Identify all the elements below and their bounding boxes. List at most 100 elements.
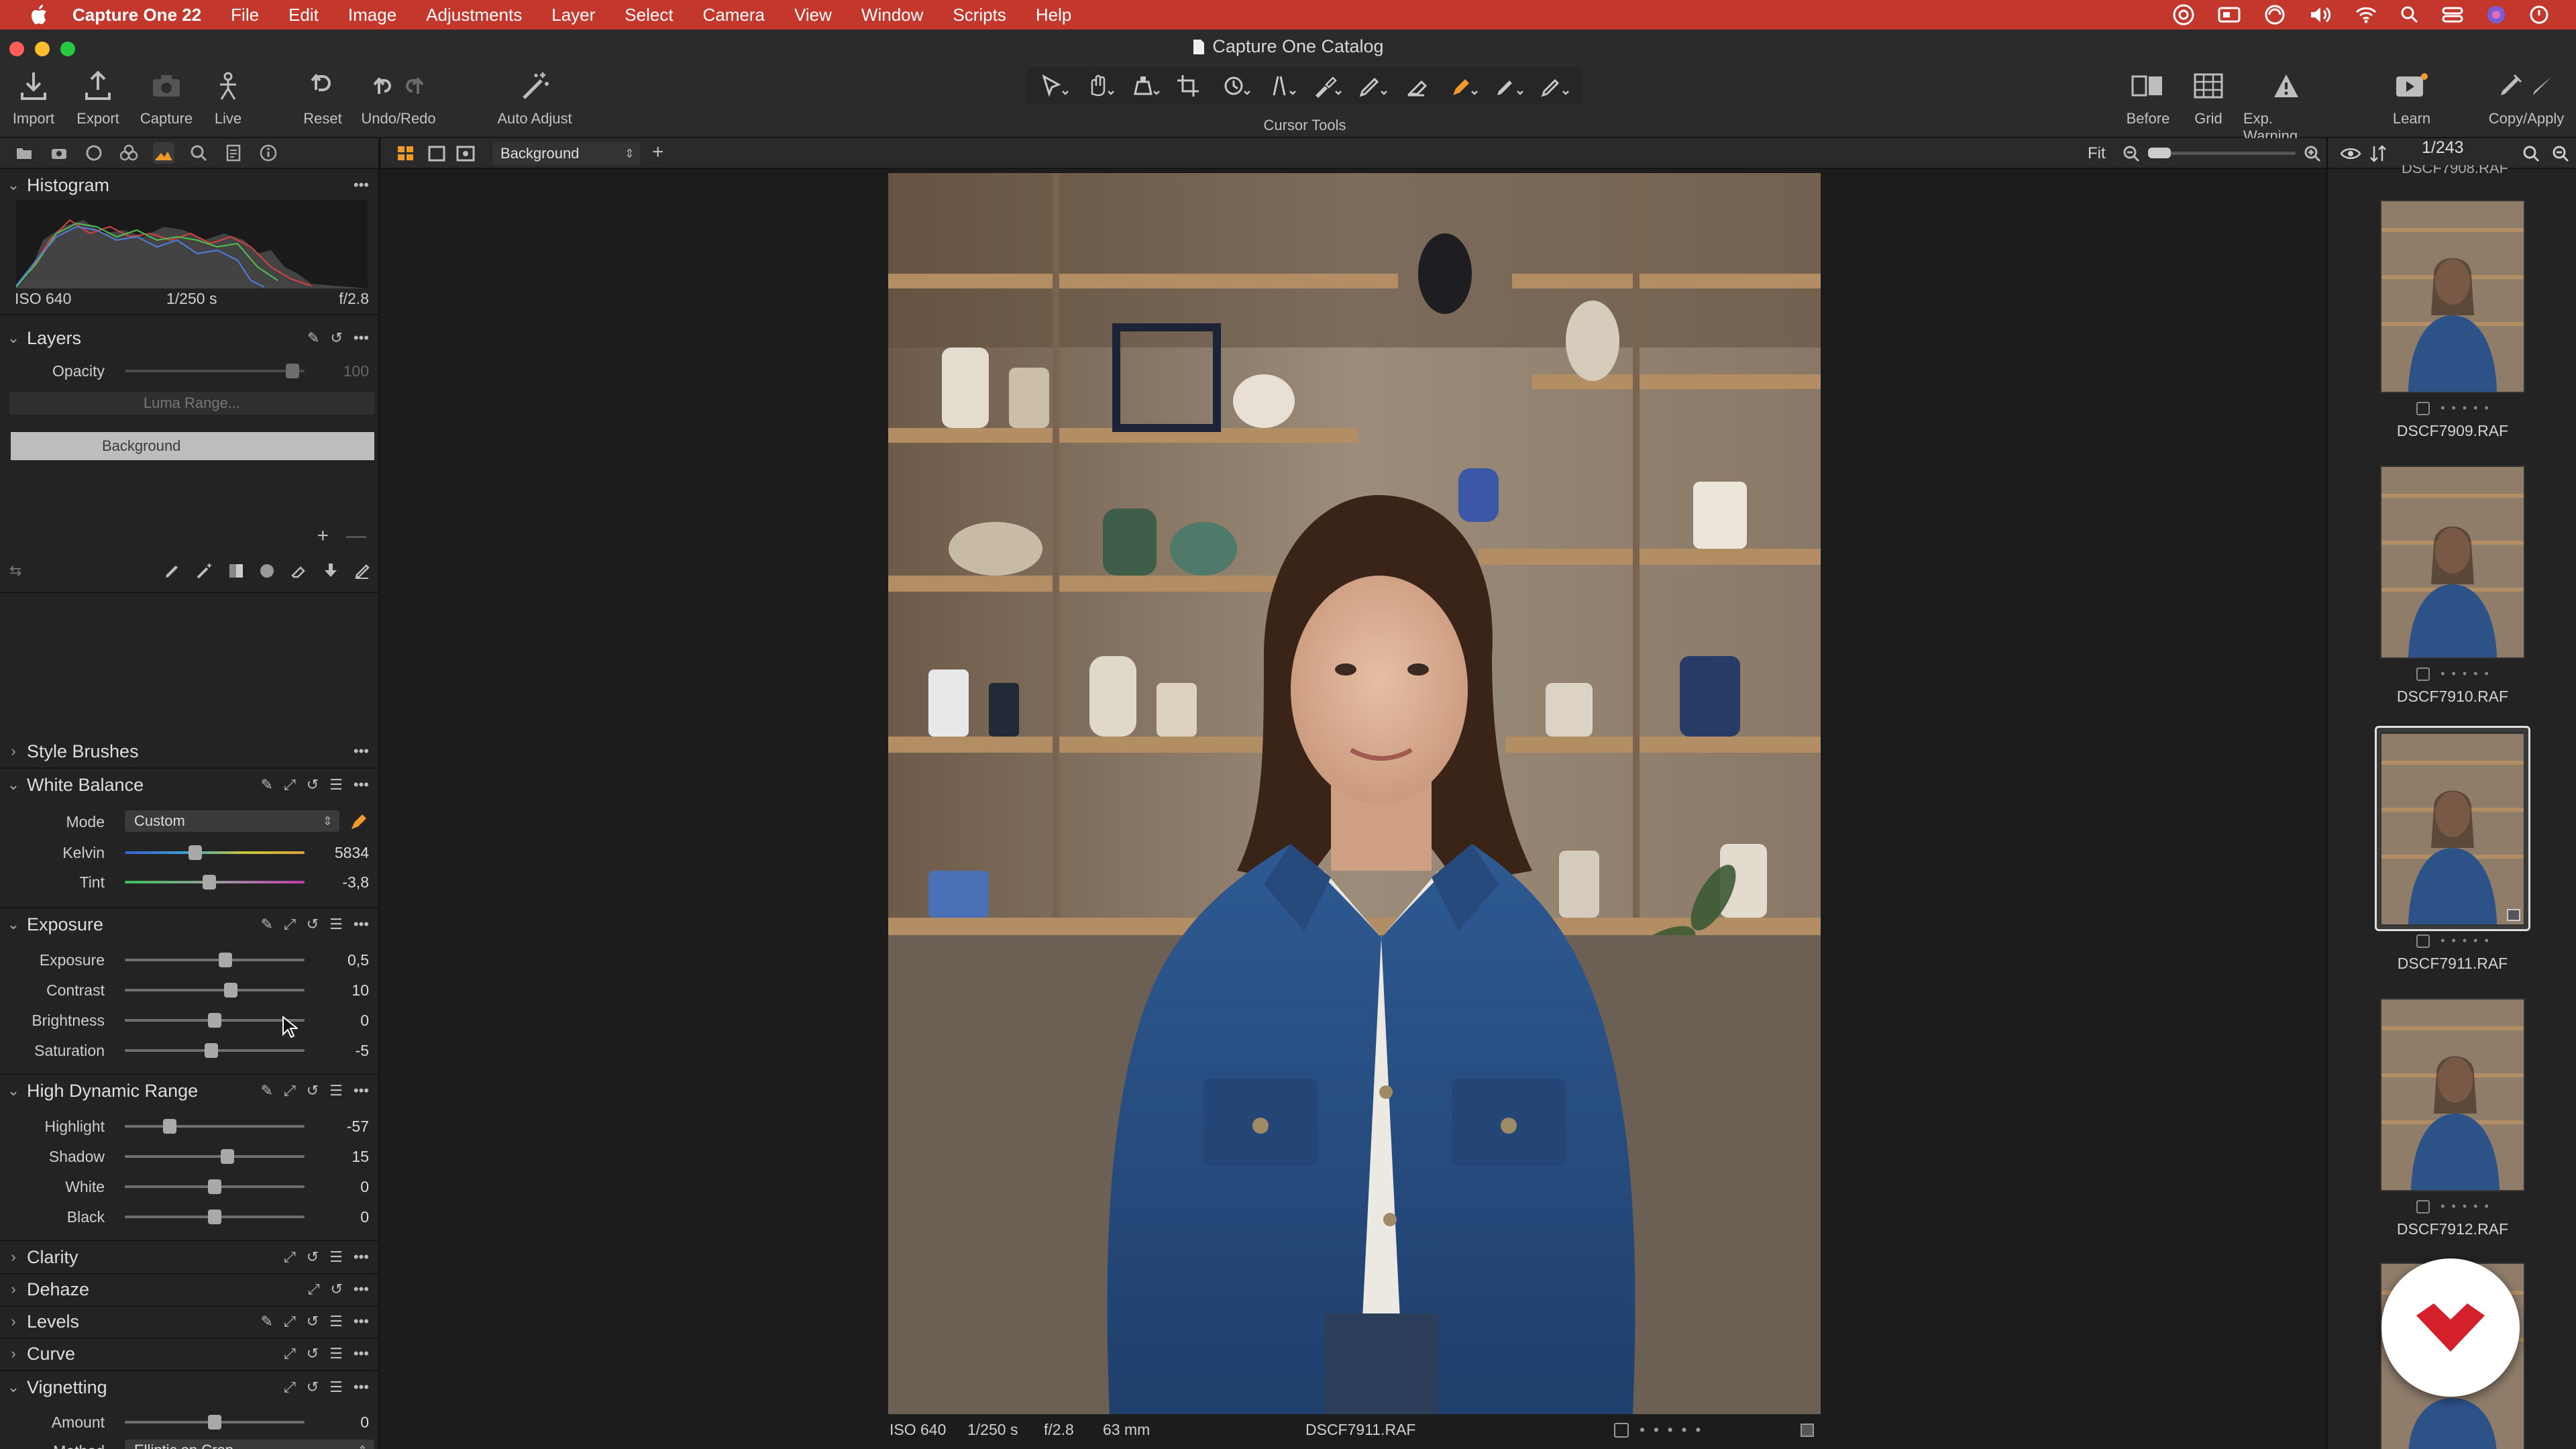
details-tab-icon[interactable]	[188, 142, 209, 164]
menu-image[interactable]: Image	[333, 5, 411, 25]
brightness-value[interactable]: 0	[360, 1012, 369, 1030]
swap-icon[interactable]: ⇆	[9, 562, 21, 580]
thumbnail-dscf7911[interactable]: • • • • • DSCF7911.RAF	[2380, 733, 2525, 973]
presets-icon[interactable]: ☰	[329, 1248, 343, 1266]
menu-edit[interactable]: Edit	[274, 5, 333, 25]
black-value[interactable]: 0	[360, 1208, 369, 1226]
screen-share-icon[interactable]	[2218, 5, 2241, 24]
star-dots-icon[interactable]: • • • • •	[2440, 934, 2489, 948]
vignetting-amount-knob[interactable]	[208, 1415, 221, 1430]
more-options-icon[interactable]: •••	[354, 1281, 369, 1298]
kelvin-slider-knob[interactable]	[188, 845, 202, 860]
white-slider-knob[interactable]	[208, 1179, 221, 1194]
more-options-icon[interactable]: •••	[354, 1082, 369, 1099]
presets-icon[interactable]: ☰	[329, 1345, 343, 1362]
copy-apply-icon[interactable]: ⤢	[308, 1281, 320, 1298]
thumbnail-dscf7909[interactable]: • • • • • DSCF7909.RAF	[2380, 200, 2525, 440]
reset-icon[interactable]: ↺	[330, 329, 342, 347]
zoom-thumbnails-icon[interactable]	[2552, 145, 2569, 162]
volume-icon[interactable]	[2309, 5, 2332, 24]
exposure-value[interactable]: 0,5	[347, 951, 369, 969]
chevron-down-icon[interactable]: ⌄	[0, 176, 27, 194]
zoom-in-icon[interactable]	[2304, 145, 2321, 162]
wifi-icon[interactable]	[2355, 5, 2377, 24]
chevron-right-icon[interactable]: ›	[0, 1281, 27, 1298]
more-options-icon[interactable]: •••	[354, 916, 369, 933]
zoom-out-icon[interactable]	[2123, 145, 2140, 162]
reset-icon[interactable]: ↺	[307, 1345, 319, 1362]
info-tab-icon[interactable]	[258, 142, 279, 164]
erase-mask-icon[interactable]	[290, 562, 307, 580]
star-dots-icon[interactable]: • • • • •	[2440, 667, 2489, 681]
tint-value[interactable]: -3,8	[342, 873, 369, 892]
reset-icon[interactable]: ↺	[307, 776, 319, 794]
chevron-right-icon[interactable]: ›	[0, 1313, 27, 1330]
proof-view-icon[interactable]	[456, 146, 475, 162]
tag-icon[interactable]	[1801, 1424, 1814, 1437]
white-value[interactable]: 0	[360, 1178, 369, 1196]
siri-icon[interactable]	[2486, 5, 2506, 25]
keystone-icon[interactable]	[1263, 70, 1301, 101]
main-photo[interactable]	[888, 173, 1821, 1414]
menu-file[interactable]: File	[216, 5, 274, 25]
sync-icon[interactable]	[2263, 3, 2286, 26]
color-picker-icon[interactable]	[1445, 70, 1483, 101]
levels-header[interactable]: › Levels ✎ ⤢ ↺ ☰ •••	[0, 1305, 380, 1338]
chevron-right-icon[interactable]: ›	[0, 743, 27, 760]
more-options-icon[interactable]: •••	[354, 743, 369, 760]
checkbox-icon[interactable]	[2416, 401, 2430, 415]
chevron-down-icon[interactable]: ⌄	[0, 916, 27, 933]
brush-icon[interactable]: ✎	[307, 329, 319, 347]
kelvin-slider[interactable]: Kelvin 5834	[0, 839, 380, 867]
redo-icon[interactable]	[405, 74, 425, 98]
metadata-tab-icon[interactable]	[223, 142, 244, 164]
picker-icon[interactable]: ✎	[261, 1082, 273, 1099]
capture-tab-icon[interactable]	[48, 142, 70, 164]
annotate-icon[interactable]	[1536, 70, 1574, 101]
reset-icon[interactable]: ↺	[330, 1281, 342, 1298]
vignetting-header[interactable]: ⌄ Vignetting ⤢ ↺ ☰ •••	[0, 1371, 380, 1403]
checkbox-icon[interactable]	[2416, 1199, 2430, 1214]
copy-apply-cursor-icon[interactable]	[1491, 70, 1528, 101]
exposure-slider-knob[interactable]	[219, 953, 233, 967]
highlight-slider[interactable]: Highlight -57	[0, 1112, 380, 1140]
tint-slider-knob[interactable]	[202, 875, 216, 890]
layers-header[interactable]: ⌄ Layers ✎ ↺ •••	[0, 322, 380, 354]
copy-apply-icon[interactable]: ⤢	[284, 1313, 296, 1330]
creative-cloud-icon[interactable]	[2172, 3, 2195, 26]
style-brushes-header[interactable]: › Style Brushes •••	[0, 735, 380, 767]
remove-layer-icon[interactable]: —	[346, 525, 366, 547]
image-viewer[interactable]: ISO 640 1/250 s f/2.8 63 mm DSCF7911.RAF…	[381, 169, 2326, 1449]
erase-mask-icon[interactable]	[1400, 70, 1438, 101]
exposure-tab-icon[interactable]	[153, 142, 174, 164]
contrast-value[interactable]: 10	[352, 981, 369, 1000]
loupe-icon[interactable]	[1127, 70, 1165, 101]
black-slider[interactable]: Black 0	[0, 1203, 380, 1231]
eraser-icon[interactable]	[354, 562, 372, 580]
live-button[interactable]: Live	[213, 68, 243, 127]
select-cursor-icon[interactable]	[1036, 70, 1073, 101]
reset-icon[interactable]: ↺	[307, 916, 319, 933]
sort-icon[interactable]	[2369, 145, 2387, 162]
zoom-fit-label[interactable]: Fit	[2088, 144, 2106, 163]
photo-rating[interactable]: • • • • •	[1614, 1421, 1701, 1439]
presets-icon[interactable]: ☰	[329, 1379, 343, 1396]
thumbnail-image[interactable]	[2380, 466, 2525, 659]
white-slider[interactable]: White 0	[0, 1173, 380, 1201]
apply-adjustments-icon[interactable]	[2530, 74, 2555, 98]
wb-mode-select[interactable]: Custom ⇕	[125, 810, 339, 832]
menu-camera[interactable]: Camera	[688, 5, 780, 25]
spotlight-search-icon[interactable]	[2400, 5, 2419, 24]
thumbnail-image[interactable]	[2380, 998, 2525, 1191]
chevron-right-icon[interactable]: ›	[0, 1345, 27, 1362]
white-balance-header[interactable]: ⌄ White Balance ✎ ⤢ ↺ ☰ •••	[0, 769, 380, 801]
brightness-slider-knob[interactable]	[208, 1013, 221, 1028]
shadow-slider[interactable]: Shadow 15	[0, 1142, 380, 1171]
picker-icon[interactable]: ✎	[261, 1313, 273, 1330]
copy-apply-icon[interactable]: ⤢	[284, 776, 296, 794]
layer-select[interactable]: Background ⇕	[492, 142, 640, 165]
highlight-slider-knob[interactable]	[163, 1119, 176, 1134]
more-options-icon[interactable]: •••	[354, 1248, 369, 1266]
auto-adjust-button[interactable]: Auto Adjust	[495, 68, 574, 127]
notification-icon[interactable]	[2529, 5, 2549, 25]
